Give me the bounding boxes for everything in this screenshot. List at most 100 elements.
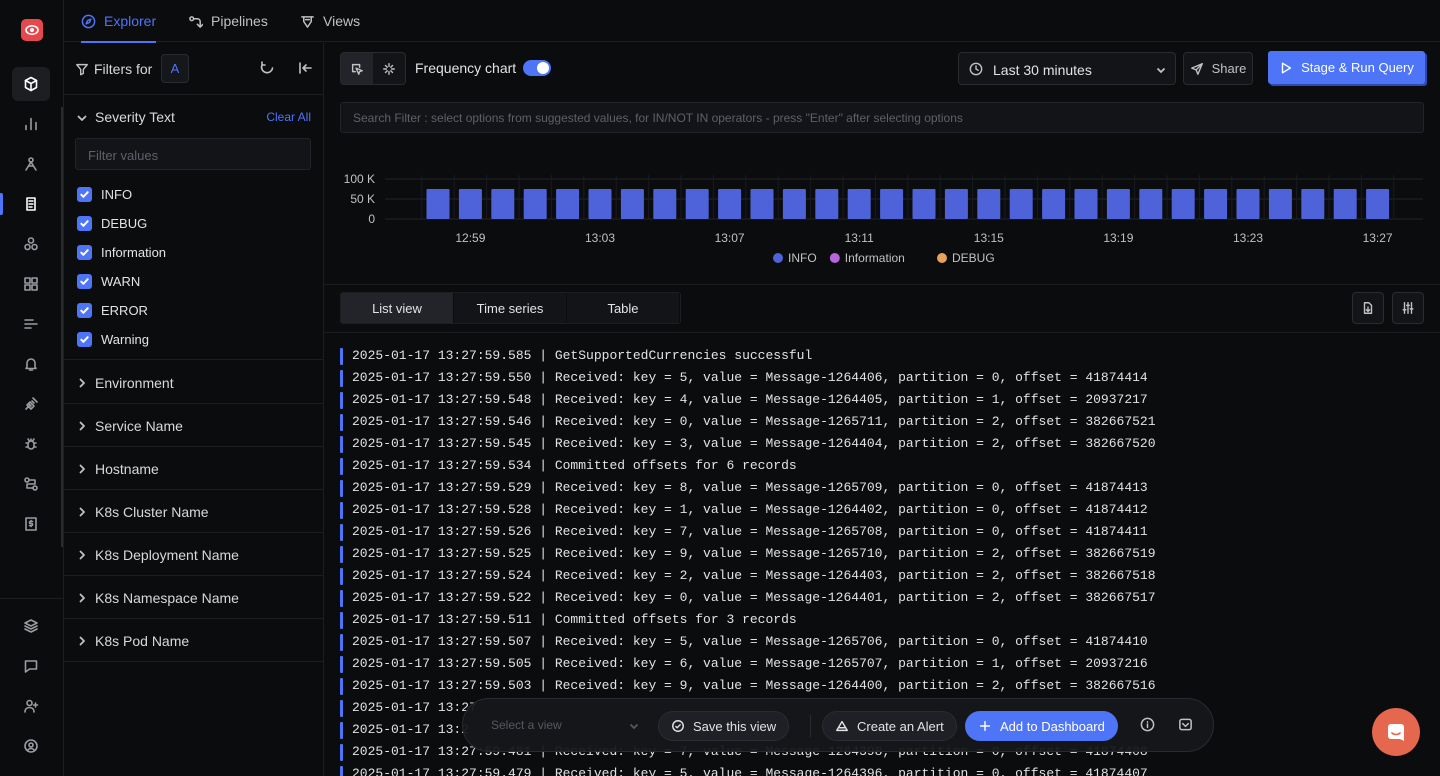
filter-group-label: Environment xyxy=(95,375,174,391)
log-row[interactable]: 2025-01-17 13:27:59.585 | GetSupportedCu… xyxy=(340,345,1430,367)
log-row[interactable]: 2025-01-17 13:27:59.525 | Received: key … xyxy=(340,543,1430,565)
download-icon[interactable] xyxy=(1352,292,1384,324)
cursor-select-icon[interactable] xyxy=(341,53,373,84)
log-row[interactable]: 2025-01-17 13:27:59.507 | Received: key … xyxy=(340,631,1430,653)
tab-table[interactable]: Table xyxy=(567,293,680,323)
log-row[interactable]: 2025-01-17 13:27:59.524 | Received: key … xyxy=(340,565,1430,587)
chart-bar xyxy=(1204,189,1228,219)
filter-group-hostname[interactable]: Hostname xyxy=(64,447,323,490)
refresh-filters-icon[interactable] xyxy=(259,60,277,78)
collapse-sidebar-icon[interactable] xyxy=(297,60,315,78)
log-row[interactable]: 2025-01-17 13:27:59.505 | Received: key … xyxy=(340,653,1430,675)
format-options-icon[interactable] xyxy=(1392,292,1424,324)
log-row[interactable]: 2025-01-17 13:27:59.526 | Received: key … xyxy=(340,521,1430,543)
create-alert-label: Create an Alert xyxy=(857,718,944,734)
views-icon xyxy=(301,15,314,28)
collapse-bar-icon[interactable] xyxy=(1178,717,1194,733)
select-view-dropdown[interactable]: Select a view xyxy=(491,718,562,732)
severity-option[interactable]: ERROR xyxy=(77,301,148,319)
chart-options-icon[interactable] xyxy=(373,53,405,84)
log-row[interactable]: 2025-01-17 13:27:59.522 | Received: key … xyxy=(340,587,1430,609)
action-bar-divider xyxy=(810,715,811,737)
checkbox-checked-icon[interactable] xyxy=(77,244,92,260)
tab-pipelines[interactable]: Pipelines xyxy=(188,0,268,42)
filter-values-input[interactable]: Filter values xyxy=(75,138,311,170)
filter-group-k8s-pod-name[interactable]: K8s Pod Name xyxy=(64,619,323,662)
user-profile-icon[interactable] xyxy=(12,729,50,763)
info-icon[interactable] xyxy=(1140,717,1156,733)
tab-time-series[interactable]: Time series xyxy=(454,293,567,323)
services-chart-icon[interactable] xyxy=(12,107,50,141)
billing-icon[interactable] xyxy=(12,507,50,541)
severity-option[interactable]: WARN xyxy=(77,272,140,290)
checkbox-checked-icon[interactable] xyxy=(77,273,92,289)
save-view-label: Save this view xyxy=(693,718,777,734)
view-mode-tabs: List view Time series Table xyxy=(340,292,681,324)
checkbox-checked-icon[interactable] xyxy=(77,302,92,318)
log-row[interactable]: 2025-01-17 13:27:59.503 | Received: key … xyxy=(340,675,1430,697)
checkbox-checked-icon[interactable] xyxy=(77,331,92,347)
integrations-plug-icon[interactable] xyxy=(12,387,50,421)
chat-support-button[interactable] xyxy=(1372,708,1420,756)
query-badge[interactable]: A xyxy=(161,54,189,83)
exceptions-bug-icon[interactable] xyxy=(12,427,50,461)
tab-explorer[interactable]: Explorer xyxy=(81,0,157,43)
integrations-icon[interactable] xyxy=(12,227,50,261)
pipelines-nav-icon[interactable] xyxy=(12,467,50,501)
chart-bar xyxy=(653,189,677,219)
log-row[interactable]: 2025-01-17 13:27:59.479 | Received: key … xyxy=(340,763,1430,776)
filter-group-k8s-cluster-name[interactable]: K8s Cluster Name xyxy=(64,490,323,533)
messaging-queues-icon[interactable] xyxy=(12,307,50,341)
x-tick-label: 12:59 xyxy=(455,231,485,245)
checkbox-checked-icon[interactable] xyxy=(77,186,92,202)
alerts-icon[interactable] xyxy=(12,347,50,381)
checkbox-checked-icon[interactable] xyxy=(77,215,92,231)
save-view-button[interactable]: Save this view xyxy=(658,711,790,741)
log-row[interactable]: 2025-01-17 13:27:59.529 | Received: key … xyxy=(340,477,1430,499)
filter-group-environment[interactable]: Environment xyxy=(64,361,323,404)
log-row[interactable]: 2025-01-17 13:27:59.511 | Committed offs… xyxy=(340,609,1430,631)
filter-group-service-name[interactable]: Service Name xyxy=(64,404,323,447)
stage-run-query-button[interactable]: Stage & Run Query xyxy=(1268,51,1425,84)
log-row[interactable]: 2025-01-17 13:27:59.534 | Committed offs… xyxy=(340,455,1430,477)
log-row[interactable]: 2025-01-17 13:27:59.548 | Received: key … xyxy=(340,389,1430,411)
severity-option[interactable]: Information xyxy=(77,243,166,261)
dashboards-icon[interactable] xyxy=(12,267,50,301)
clear-all-link[interactable]: Clear All xyxy=(266,110,311,124)
logs-icon[interactable] xyxy=(12,187,50,221)
tab-views[interactable]: Views xyxy=(300,0,360,42)
log-row[interactable]: 2025-01-17 13:27:59.550 | Received: key … xyxy=(340,367,1430,389)
search-filter-input[interactable]: Search Filter : select options from sugg… xyxy=(340,102,1424,133)
filter-group-k8s-namespace-name[interactable]: K8s Namespace Name xyxy=(64,576,323,619)
log-row[interactable]: 2025-01-17 13:27:59.545 | Received: key … xyxy=(340,433,1430,455)
add-to-dashboard-button[interactable]: Add to Dashboard xyxy=(965,711,1118,741)
share-button[interactable]: Share xyxy=(1183,52,1253,85)
filter-icon xyxy=(76,63,88,76)
severity-option[interactable]: INFO xyxy=(77,185,132,203)
logs-explorer-main: Frequency chart Last 30 minutes Share St… xyxy=(324,43,1440,776)
create-alert-button[interactable]: Create an Alert xyxy=(822,711,957,741)
frequency-chart-toggle[interactable] xyxy=(523,60,551,76)
home-icon[interactable] xyxy=(12,67,50,101)
feedback-icon[interactable] xyxy=(12,649,50,683)
filter-group-k8s-deployment-name[interactable]: K8s Deployment Name xyxy=(64,533,323,576)
chevron-down-icon[interactable] xyxy=(77,113,87,123)
tab-list-view[interactable]: List view xyxy=(341,293,454,323)
severity-option[interactable]: Warning xyxy=(77,330,149,348)
layers-icon[interactable] xyxy=(12,609,50,643)
active-nav-indicator xyxy=(0,193,3,215)
time-range-select[interactable]: Last 30 minutes xyxy=(958,52,1176,85)
chart-bar xyxy=(491,189,515,219)
left-nav-rail xyxy=(0,0,64,776)
signoz-logo-icon[interactable] xyxy=(21,19,43,41)
chevron-right-icon xyxy=(77,421,87,431)
log-row[interactable]: 2025-01-17 13:27:59.546 | Received: key … xyxy=(340,411,1430,433)
chevron-down-icon[interactable] xyxy=(629,721,639,731)
chart-bar xyxy=(1009,189,1033,219)
severity-option[interactable]: DEBUG xyxy=(77,214,147,232)
legend-label: Information xyxy=(845,251,905,265)
invite-user-icon[interactable] xyxy=(12,689,50,723)
chart-bar xyxy=(1333,189,1357,219)
traces-icon[interactable] xyxy=(12,147,50,181)
log-row[interactable]: 2025-01-17 13:27:59.528 | Received: key … xyxy=(340,499,1430,521)
